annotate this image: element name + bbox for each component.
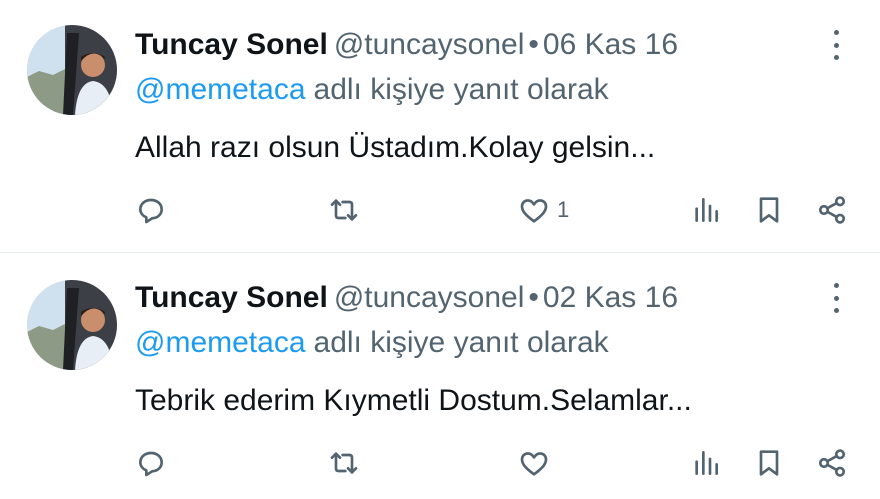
views-button[interactable] bbox=[690, 445, 722, 481]
like-button[interactable]: 1 bbox=[518, 192, 569, 228]
reply-suffix: adlı kişiye yanıt olarak bbox=[313, 73, 609, 106]
tweet-header: Tuncay Sonel @tuncaysonel • 02 Kas 16 bbox=[135, 280, 678, 316]
share-button[interactable] bbox=[816, 192, 848, 228]
mention-link[interactable]: @memetaca bbox=[135, 73, 306, 106]
separator-dot: • bbox=[528, 28, 539, 61]
action-bar: 1 bbox=[0, 192, 880, 228]
reply-button[interactable] bbox=[135, 445, 167, 481]
tweet-header: Tuncay Sonel @tuncaysonel • 06 Kas 16 bbox=[135, 27, 678, 63]
avatar[interactable] bbox=[27, 25, 117, 115]
tweet[interactable]: Tuncay Sonel @tuncaysonel • 06 Kas 16 @meme… bbox=[0, 0, 880, 252]
views-button[interactable] bbox=[690, 192, 722, 228]
like-button[interactable] bbox=[518, 445, 557, 481]
tweet-date[interactable]: 06 Kas 16 bbox=[543, 28, 678, 61]
separator-dot: • bbox=[528, 281, 539, 314]
like-count: 1 bbox=[557, 197, 570, 222]
tweet-date[interactable]: 02 Kas 16 bbox=[543, 281, 678, 314]
share-icon bbox=[818, 196, 846, 224]
share-icon bbox=[818, 449, 846, 477]
avatar[interactable] bbox=[27, 280, 117, 370]
retweet-button[interactable] bbox=[328, 445, 360, 481]
reply-icon bbox=[139, 198, 163, 224]
bookmark-button[interactable] bbox=[753, 445, 785, 481]
views-icon bbox=[695, 198, 718, 222]
retweet-icon bbox=[330, 199, 358, 221]
author-name[interactable]: Tuncay Sonel bbox=[135, 281, 328, 314]
mention-link[interactable]: @memetaca bbox=[135, 326, 306, 359]
bookmark-button[interactable] bbox=[753, 192, 785, 228]
author-handle[interactable]: @tuncaysonel bbox=[334, 28, 525, 61]
tweet-text: Tebrik ederim Kıymetli Dostum.Selamlar..… bbox=[135, 384, 692, 417]
bookmark-icon bbox=[759, 450, 779, 476]
tweet[interactable]: Tuncay Sonel @tuncaysonel • 02 Kas 16 @meme… bbox=[0, 252, 880, 499]
like-icon bbox=[520, 452, 548, 476]
author-name[interactable]: Tuncay Sonel bbox=[135, 28, 328, 61]
reply-button[interactable] bbox=[135, 192, 167, 228]
more-icon[interactable] bbox=[826, 30, 846, 60]
retweet-icon bbox=[330, 452, 358, 474]
more-icon[interactable] bbox=[826, 283, 846, 313]
reply-icon bbox=[139, 451, 163, 477]
action-bar bbox=[0, 445, 880, 481]
tweet-text: Allah razı olsun Üstadım.Kolay gelsin... bbox=[135, 131, 656, 164]
reply-context: @memetaca adlı kişiye yanıt olarak bbox=[135, 325, 609, 361]
retweet-button[interactable] bbox=[328, 192, 360, 228]
author-handle[interactable]: @tuncaysonel bbox=[334, 281, 525, 314]
bookmark-icon bbox=[759, 197, 779, 223]
share-button[interactable] bbox=[816, 445, 848, 481]
views-icon bbox=[695, 451, 718, 475]
like-icon bbox=[520, 199, 548, 223]
reply-suffix: adlı kişiye yanıt olarak bbox=[313, 326, 609, 359]
reply-context: @memetaca adlı kişiye yanıt olarak bbox=[135, 72, 609, 108]
